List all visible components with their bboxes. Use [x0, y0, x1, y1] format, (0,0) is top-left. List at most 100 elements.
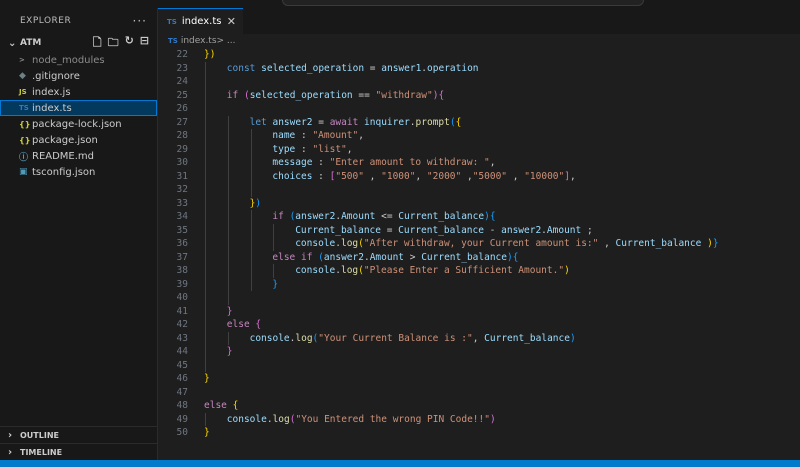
code-line[interactable]: 31 choices : ["500" , "1000", "2000" ,"50…: [158, 169, 800, 183]
line-number: 48: [176, 400, 188, 411]
tree-item-label: node_modules: [32, 54, 105, 66]
breadcrumb-rest[interactable]: > ...: [217, 36, 236, 46]
code-line[interactable]: 36 console.log("After withdraw, your Curr…: [158, 237, 800, 251]
code-token: "Please Enter a Sufficient Amount.": [363, 265, 565, 276]
code-line[interactable]: 37 else if (answer2.Amount > Current_bala…: [158, 250, 800, 264]
tree-item-label: index.js: [32, 86, 71, 98]
code-line[interactable]: 34 if (answer2.Amount <= Current_balance)…: [158, 210, 800, 224]
indent-guide: [205, 291, 206, 305]
code-line[interactable]: 29 type : "list",: [158, 142, 800, 156]
code-token: "10000": [524, 170, 565, 182]
code-line[interactable]: 49 console.log("You Entered the wrong PIN…: [158, 412, 800, 426]
line-text: console.log("Your Current Balance is :",…: [250, 332, 576, 346]
more-actions-icon[interactable]: ···: [133, 14, 147, 28]
outline-label: OUTLINE: [20, 430, 59, 440]
line-number: 33: [176, 197, 188, 209]
line-number: 49: [176, 413, 188, 425]
tree-item[interactable]: {} package.json: [0, 132, 157, 148]
indent-guide: [227, 264, 229, 278]
indent-guide: [205, 102, 206, 116]
code-editor[interactable]: 22}) 23 const selected_operation = answer1…: [158, 48, 800, 460]
code-line[interactable]: 47: [158, 386, 800, 400]
outline-section[interactable]: › OUTLINE: [0, 426, 157, 443]
collapse-all-icon[interactable]: ⊟: [140, 34, 149, 53]
indent-guide: [250, 142, 252, 156]
indent-guide: [250, 169, 252, 183]
code-token: log: [340, 238, 359, 249]
code-token: >: [404, 251, 422, 263]
new-file-icon[interactable]: 🗋: [93, 34, 102, 53]
code-line[interactable]: 41}: [158, 304, 800, 318]
code-token: ==: [352, 89, 376, 101]
line-text: }): [250, 197, 261, 211]
tree-item[interactable]: > node_modules: [0, 52, 157, 68]
code-token: "After withdraw, your Current amount is:…: [363, 238, 599, 249]
folder-section-header[interactable]: ⌄ ATM 🗋 🗀 ↻ ⊟: [0, 34, 157, 52]
code-token: Current_balance: [398, 211, 485, 222]
indent-guide: [227, 237, 229, 251]
line-number: 38: [176, 265, 188, 276]
code-line[interactable]: 42 else {: [158, 318, 800, 332]
indent-guide: [205, 210, 206, 224]
command-center-search[interactable]: [282, 0, 644, 6]
tree-item[interactable]: ⓘ README.md: [0, 148, 157, 164]
new-folder-icon[interactable]: 🗀: [108, 34, 119, 53]
code-line[interactable]: 46}: [158, 372, 800, 386]
indent-guide: [205, 169, 206, 183]
tree-item[interactable]: JS index.js: [0, 84, 157, 100]
code-line[interactable]: 26: [158, 102, 800, 116]
code-token: :: [295, 143, 313, 155]
js-file-icon: JS: [19, 88, 27, 96]
code-token: ): [564, 265, 570, 276]
code-line[interactable]: 43 console.log("Your Current Balance is :…: [158, 331, 800, 346]
code-line[interactable]: 48 else {: [158, 399, 800, 413]
code-line[interactable]: 40: [158, 291, 800, 305]
code-token: answer2: [323, 251, 364, 263]
code-line[interactable]: 35 Current_balance = Current_balance - an…: [158, 223, 800, 237]
code-line[interactable]: 30 message : "Enter amount to withdraw: "…: [158, 156, 800, 170]
code-token: ,: [507, 170, 525, 182]
code-token: const: [226, 62, 262, 74]
breadcrumb[interactable]: TS index.ts > ...: [158, 34, 800, 48]
line-text: let answer2 = await inquirer.prompt({: [250, 116, 462, 130]
explorer-title: EXPLORER: [20, 16, 72, 26]
tree-item[interactable]: ▣ tsconfig.json: [0, 164, 157, 180]
breadcrumb-file[interactable]: index.ts: [181, 36, 217, 46]
code-line[interactable]: 24: [158, 75, 800, 89]
indent-guide: [250, 183, 252, 197]
code-line[interactable]: 28 name : "Amount",: [158, 129, 800, 143]
code-token: :: [295, 130, 313, 141]
code-token: ,: [472, 332, 485, 344]
code-line[interactable]: 44}: [158, 345, 800, 359]
code-line[interactable]: 50}: [158, 426, 800, 440]
code-lines[interactable]: 22}) 23 const selected_operation = answer1…: [158, 48, 800, 440]
code-line[interactable]: 39}: [158, 277, 800, 291]
code-line[interactable]: 27 let answer2 = await inquirer.prompt({: [158, 115, 800, 130]
code-token: type: [272, 143, 296, 155]
code-line[interactable]: 23 const selected_operation = answer1.ope…: [158, 61, 800, 75]
tree-item[interactable]: TS index.ts: [0, 100, 157, 116]
code-token: {: [438, 89, 445, 101]
line-number: 28: [176, 130, 188, 141]
code-line[interactable]: 22}): [158, 48, 800, 62]
tree-item[interactable]: ◆ .gitignore: [0, 68, 157, 84]
tree-item[interactable]: {} package-lock.json: [0, 116, 157, 132]
tree-item-label: tsconfig.json: [32, 166, 96, 178]
code-line[interactable]: 45: [158, 358, 800, 372]
code-token: else: [226, 319, 256, 330]
code-token: }: [226, 305, 233, 317]
timeline-section[interactable]: › TIMELINE: [0, 443, 157, 460]
indent-guide: [205, 75, 206, 89]
code-line[interactable]: 38 console.log("Please Enter a Sufficient…: [158, 264, 800, 278]
code-token: Amount: [369, 251, 405, 263]
close-icon[interactable]: ✕: [227, 15, 236, 28]
code-line[interactable]: 33}): [158, 196, 800, 211]
indent-guide: [205, 142, 206, 156]
code-line[interactable]: 32: [158, 183, 800, 197]
code-token: Current_balance: [421, 251, 507, 263]
code-token: selected_operation: [249, 89, 353, 101]
tab-index-ts[interactable]: TS index.ts ✕: [158, 8, 243, 34]
code-token: <=: [375, 211, 399, 222]
refresh-icon[interactable]: ↻: [125, 34, 134, 53]
code-line[interactable]: 25 if (selected_operation == "withdraw"){: [158, 88, 800, 102]
